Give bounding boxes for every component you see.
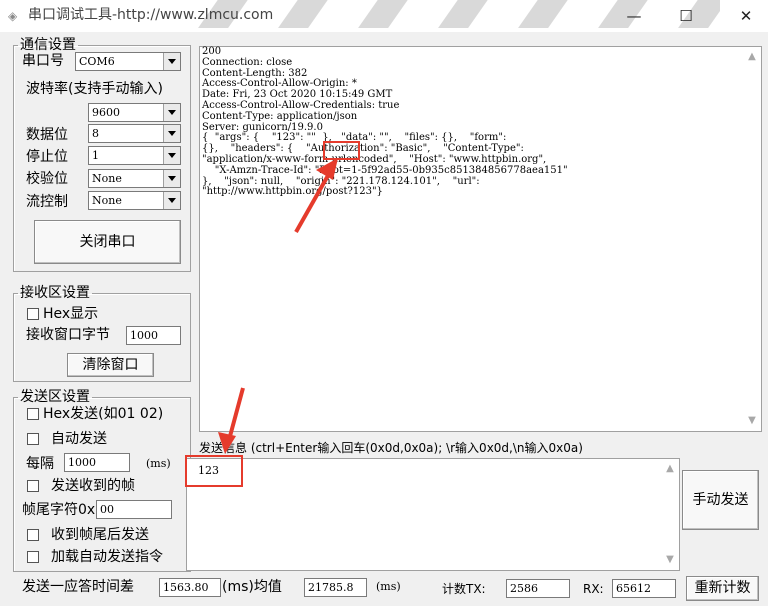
output-line: Access-Control-Allow-Credentials: true	[202, 99, 400, 111]
scroll-up-icon[interactable]: ▲	[747, 52, 757, 62]
chevron-down-icon[interactable]	[163, 125, 180, 142]
send-on-frame-checkbox[interactable]	[27, 480, 39, 492]
output-line: Date: Fri, 23 Oct 2020 10:15:49 GMT	[202, 89, 393, 101]
frame-tail-input[interactable]: 00	[96, 500, 172, 519]
flow-label: 流控制	[26, 194, 68, 210]
output-line: }, "json": null, "origin": "221.178.124.…	[202, 175, 480, 187]
ms-avg-label: (ms)均值	[222, 579, 282, 595]
flow-value: None	[92, 194, 122, 207]
send-after-tail-label: 收到帧尾后发送	[51, 527, 149, 543]
tx-count: 2586	[506, 579, 570, 598]
app-icon: ◈	[8, 9, 18, 23]
rx-count: 65612	[612, 579, 676, 598]
manual-send-button[interactable]: 手动发送	[682, 470, 759, 530]
port-value: COM6	[79, 55, 115, 68]
databits-label: 数据位	[26, 127, 68, 143]
hex-display-checkbox[interactable]	[27, 308, 39, 320]
stopbits-select[interactable]: 1	[88, 146, 181, 165]
response-time-value: 1563.80	[159, 578, 221, 597]
parity-label: 校验位	[26, 171, 68, 187]
output-line: "application/x-www-form-urlencoded", "Ho…	[202, 153, 547, 165]
send-scrollbar[interactable]: ▲ ▼	[662, 459, 679, 570]
close-window-button[interactable]: ✕	[724, 3, 768, 29]
baud-select[interactable]: 9600	[88, 103, 181, 122]
scroll-down-icon[interactable]: ▼	[665, 555, 675, 565]
tx-label: 计数TX:	[442, 582, 486, 596]
port-label: 串口号	[22, 53, 64, 69]
send-after-tail-checkbox[interactable]	[27, 529, 39, 541]
stopbits-value: 1	[92, 149, 99, 162]
minimize-button[interactable]: —	[612, 3, 656, 29]
output-line: 200	[202, 46, 222, 57]
output-line: "http://www.httpbin.org/post?123"}	[202, 186, 383, 198]
parity-value: None	[92, 172, 122, 185]
chevron-down-icon[interactable]	[163, 147, 180, 164]
receive-output-text: 200 Connection: close Content-Length: 38…	[202, 46, 742, 198]
auto-send-checkbox[interactable]	[27, 433, 39, 445]
interval-input[interactable]: 1000	[64, 453, 130, 472]
output-line: Connection: close	[202, 56, 293, 68]
ms-label: (ms)	[376, 580, 401, 593]
parity-select[interactable]: None	[88, 169, 181, 188]
highlight-box-input	[185, 455, 243, 487]
send-on-frame-label: 发送收到的帧	[51, 478, 135, 494]
databits-value: 8	[92, 127, 99, 140]
scroll-down-icon[interactable]: ▼	[747, 416, 757, 426]
output-line: "X-Amzn-Trace-Id": "Root=1-5f92ad55-0b93…	[214, 164, 568, 176]
window-bytes-label: 接收窗口字节	[26, 327, 110, 343]
send-settings-legend: 发送区设置	[20, 389, 90, 405]
output-line: {}, "headers": { "Authorization": "Basic…	[202, 143, 524, 155]
load-auto-cmd-label: 加载自动发送指令	[51, 549, 163, 565]
output-line: Access-Control-Allow-Origin: *	[202, 78, 357, 90]
maximize-button[interactable]: ☐	[664, 3, 708, 29]
receive-scrollbar[interactable]: ▲ ▼	[744, 47, 761, 431]
load-auto-cmd-checkbox[interactable]	[27, 551, 39, 563]
clear-window-button[interactable]: 清除窗口	[67, 353, 154, 377]
rx-label: RX:	[583, 582, 604, 596]
response-time-label: 发送一应答时间差	[22, 579, 134, 595]
window-title: 串口调试工具-http://www.zlmcu.com	[28, 7, 274, 23]
stopbits-label: 停止位	[26, 149, 68, 165]
databits-select[interactable]: 8	[88, 124, 181, 143]
scroll-up-icon[interactable]: ▲	[665, 464, 675, 474]
close-port-button[interactable]: 关闭串口	[34, 220, 181, 264]
send-input-area[interactable]: 123 ▲ ▼	[186, 458, 680, 571]
comm-settings-legend: 通信设置	[20, 37, 76, 53]
hex-send-checkbox[interactable]	[27, 408, 39, 420]
send-info-label: 发送信息 (ctrl+Enter输入回车(0x0d,0x0a); \r输入0x0…	[199, 441, 583, 455]
baud-label: 波特率(支持手动输入)	[26, 81, 163, 97]
flow-select[interactable]: None	[88, 191, 181, 210]
output-line: Server: gunicorn/19.9.0	[202, 121, 323, 133]
interval-unit: (ms)	[146, 457, 171, 470]
baud-value: 9600	[92, 106, 120, 119]
output-line: Content-Type: application/json	[202, 110, 358, 122]
title-bar: ◈ 串口调试工具-http://www.zlmcu.com — ☐ ✕	[0, 0, 768, 32]
receive-output-area[interactable]: 200 Connection: close Content-Length: 38…	[199, 46, 762, 432]
port-select[interactable]: COM6	[75, 52, 181, 71]
chevron-down-icon[interactable]	[163, 53, 180, 70]
reset-count-button[interactable]: 重新计数	[686, 576, 759, 601]
chevron-down-icon[interactable]	[163, 192, 180, 209]
chevron-down-icon[interactable]	[163, 170, 180, 187]
hex-display-label: Hex显示	[43, 306, 99, 322]
output-line: Content-Length: 382	[202, 67, 308, 79]
auto-send-label: 自动发送	[51, 431, 107, 447]
chevron-down-icon[interactable]	[163, 104, 180, 121]
hex-send-label: Hex发送(如01 02)	[43, 406, 164, 422]
highlight-box-args	[323, 141, 360, 160]
avg-value: 21785.8	[304, 578, 367, 597]
interval-prefix: 每隔	[26, 456, 54, 472]
frame-tail-label: 帧尾字符0x	[22, 502, 96, 518]
receive-settings-legend: 接收区设置	[20, 285, 90, 301]
window-bytes-input[interactable]: 1000	[126, 326, 181, 345]
